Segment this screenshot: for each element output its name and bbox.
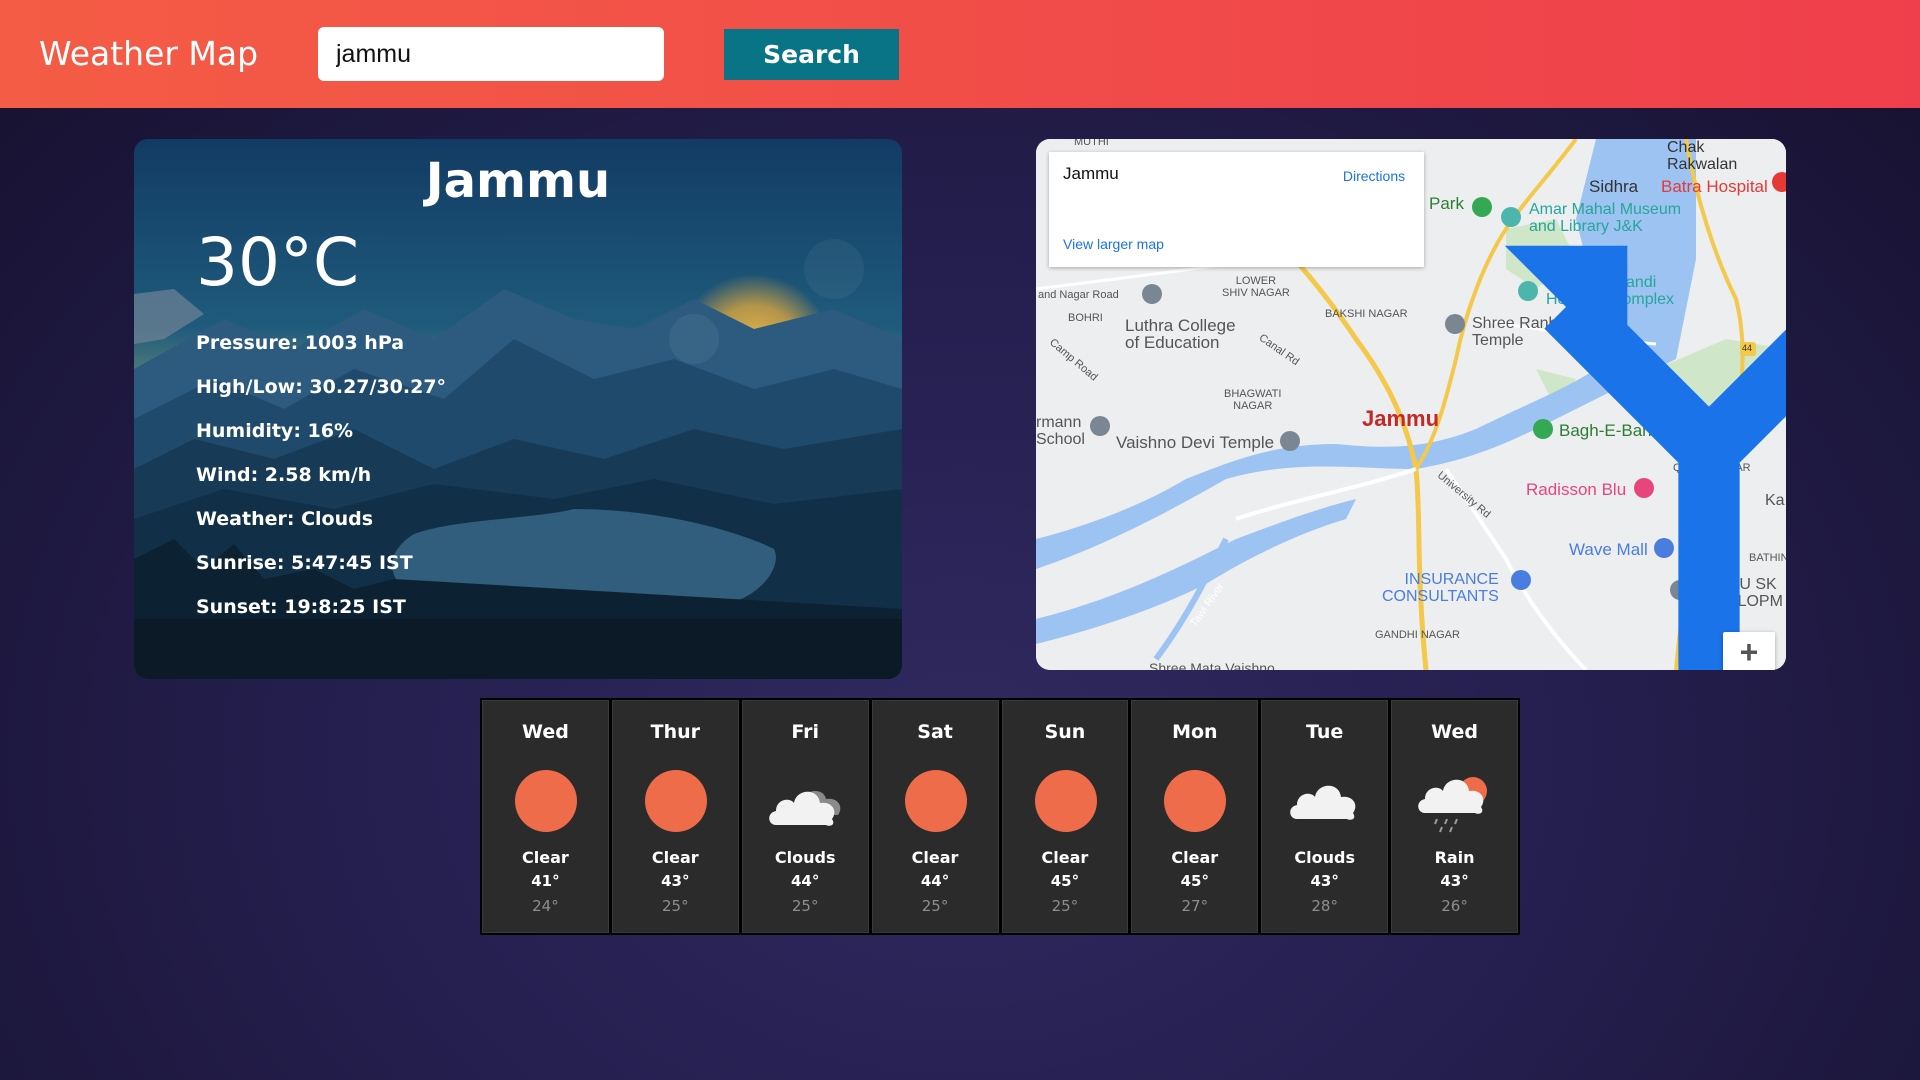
forecast-day-card: Wed Rain 43° 26° [1391, 700, 1518, 933]
forecast-day-card: Sun Clear 45° 25° [1001, 700, 1129, 933]
cloud-icon [1285, 761, 1365, 841]
forecast-high-temp: 45° [1050, 872, 1080, 890]
map-label-bhagwati-nagar: BHAGWATI NAGAR [1224, 388, 1282, 412]
forecast-low-temp: 28° [1311, 897, 1338, 915]
search-input[interactable] [318, 27, 664, 81]
map-label-rmann-school: rmann School [1036, 414, 1085, 448]
forecast-high-temp: 41° [531, 872, 560, 890]
forecast-condition: Clear [1041, 848, 1089, 867]
sun-icon [1155, 761, 1235, 841]
sunset-text: Sunset: 19:8:25 IST [196, 596, 406, 618]
forecast-high-temp: 43° [661, 872, 690, 890]
forecast-day-card: Tue Clouds 43° 28° [1261, 700, 1389, 933]
map-label-bohri: BOHRI [1068, 312, 1103, 324]
directions-icon [1504, 245, 1786, 670]
forecast-condition: Rain [1434, 848, 1475, 867]
zoom-in-button[interactable]: + [1723, 632, 1775, 670]
forecast-day-card: Fri Clouds 44° 25° [741, 700, 869, 933]
map-label-luthra-college: Luthra College of Education [1125, 316, 1236, 352]
rain-icon [1415, 761, 1495, 841]
forecast-high-temp: 44° [920, 872, 950, 890]
sunrise-text: Sunrise: 5:47:45 IST [196, 552, 413, 574]
forecast-low-temp: 27° [1181, 897, 1209, 915]
sun-icon [636, 761, 716, 841]
forecast-high-temp: 43° [1440, 872, 1469, 890]
map-info-box: Jammu Directions View larger map [1049, 152, 1786, 670]
map-place-title: Jammu [1063, 164, 1119, 183]
forecast-day-name: Thur [650, 721, 700, 743]
humidity-text: Humidity: 16% [196, 420, 354, 442]
forecast-low-temp: 25° [662, 897, 689, 915]
forecast-condition: Clouds [1294, 848, 1355, 867]
forecast-high-temp: 45° [1180, 872, 1209, 890]
forecast-condition: Clear [1171, 848, 1219, 867]
broken-clouds-icon [766, 761, 846, 841]
forecast-low-temp: 25° [1051, 897, 1079, 915]
map-label-mata-vaishno: Shree Mata Vaishno [1149, 660, 1275, 670]
forecast-high-temp: 44° [791, 872, 820, 890]
forecast-low-temp: 25° [921, 897, 949, 915]
map-label-muthi: MUTHI [1074, 139, 1109, 148]
forecast-day-name: Tue [1306, 721, 1344, 743]
high-low-text: High/Low: 30.27/30.27° [196, 376, 447, 398]
sun-icon [896, 761, 976, 841]
forecast-day-card: Mon Clear 45° 27° [1131, 700, 1259, 933]
forecast-day-name: Wed [522, 721, 569, 743]
top-bar: Weather Map Search [0, 0, 1920, 108]
city-name: Jammu [425, 153, 611, 209]
weather-condition-text: Weather: Clouds [196, 508, 374, 530]
pressure-text: Pressure: 1003 hPa [196, 332, 405, 354]
forecast-low-temp: 26° [1441, 897, 1468, 915]
current-temperature: 30°C [196, 224, 360, 301]
forecast-day-name: Sun [1044, 721, 1086, 743]
forecast-day-name: Fri [791, 721, 820, 743]
sun-icon [1026, 761, 1106, 841]
forecast-day-card: Wed Clear 41° 24° [482, 700, 609, 933]
forecast-high-temp: 43° [1310, 872, 1339, 890]
sun-icon [506, 761, 586, 841]
forecast-condition: Clear [911, 848, 959, 867]
forecast-condition: Clear [651, 848, 699, 867]
forecast-low-temp: 24° [532, 897, 559, 915]
forecast-condition: Clear [522, 848, 569, 867]
directions-button[interactable]: Directions [1334, 164, 1786, 670]
current-weather-card: Jammu 30°C Pressure: 1003 hPa High/Low: … [134, 139, 902, 679]
forecast-condition: Clouds [774, 848, 836, 867]
forecast-strip: Wed Clear 41° 24° Thur Clear 43° 25° Fri Clouds 44… [480, 698, 1520, 935]
forecast-day-name: Sat [917, 721, 953, 743]
map-label-lower-shiv-nagar: LOWER SHIV NAGAR [1222, 275, 1290, 299]
app-title: Weather Map [39, 34, 259, 73]
forecast-day-card: Thur Clear 43° 25° [611, 700, 739, 933]
wind-text: Wind: 2.58 km/h [196, 464, 372, 486]
forecast-day-name: Wed [1431, 721, 1478, 743]
view-larger-map-link[interactable]: View larger map [1063, 236, 1164, 252]
forecast-day-name: Mon [1172, 721, 1218, 743]
forecast-low-temp: 25° [791, 897, 819, 915]
map-label-nagar-road: and Nagar Road [1038, 289, 1119, 301]
map-label-vaishno-devi-temple: Vaishno Devi Temple [1116, 433, 1275, 452]
search-button[interactable]: Search [724, 29, 899, 80]
map-embed[interactable]: Chak Rakwalan Sidhra Batra Hospital Park… [1036, 139, 1786, 670]
forecast-day-card: Sat Clear 44° 25° [871, 700, 999, 933]
